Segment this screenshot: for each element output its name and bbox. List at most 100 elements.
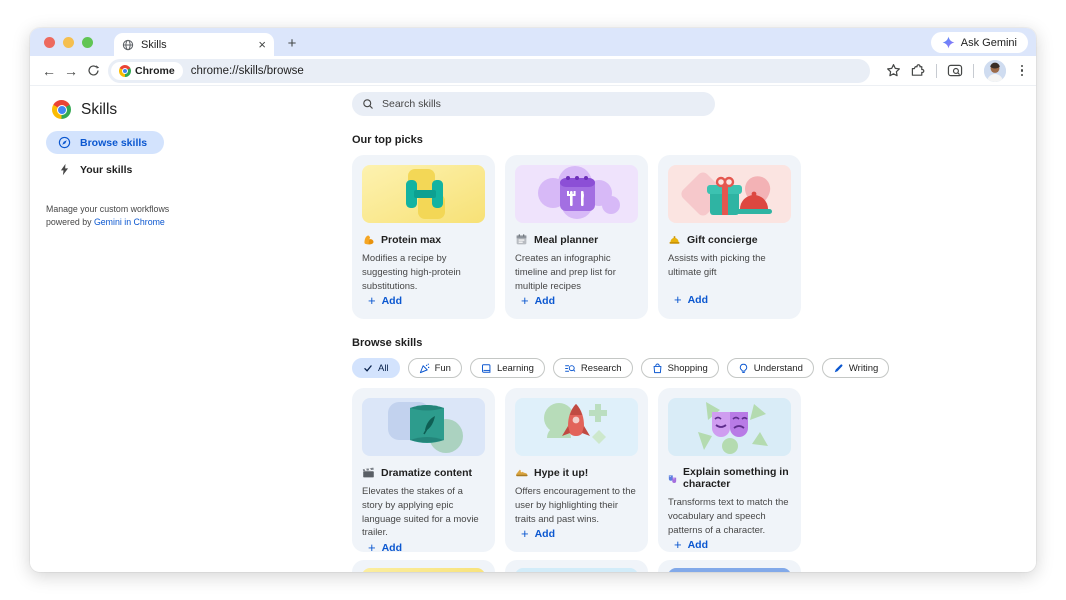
bookmark-star-icon[interactable] bbox=[886, 63, 901, 78]
search-icon bbox=[362, 98, 374, 110]
skill-title: Hype it up! bbox=[534, 467, 588, 479]
flexed-biceps-icon bbox=[362, 233, 375, 246]
skill-description: Offers encouragement to the user by high… bbox=[515, 485, 638, 526]
toolbar-separator bbox=[936, 64, 937, 78]
search-input[interactable] bbox=[382, 98, 682, 110]
skill-card-dramatize-content[interactable]: Dramatize content Elevates the stakes of… bbox=[352, 388, 495, 552]
compass-icon bbox=[58, 136, 71, 149]
chrome-badge: Chrome bbox=[111, 62, 183, 80]
skill-card-partial[interactable] bbox=[352, 560, 495, 572]
chrome-logo-icon bbox=[119, 65, 131, 77]
skill-title-row: Explain something in character bbox=[668, 466, 791, 490]
address-bar[interactable]: Chrome chrome://skills/browse bbox=[108, 59, 870, 83]
menu-kebab-icon[interactable] bbox=[1016, 65, 1028, 77]
add-skill-button[interactable]: + Add bbox=[668, 537, 791, 554]
filter-chip-shopping[interactable]: Shopping bbox=[641, 358, 719, 378]
new-tab-button[interactable]: + bbox=[282, 33, 302, 53]
reload-button[interactable] bbox=[82, 60, 104, 82]
forward-button[interactable]: → bbox=[60, 60, 82, 82]
skill-description: Creates an infographic timeline and prep… bbox=[515, 252, 638, 293]
tab-skills[interactable]: Skills × bbox=[114, 33, 274, 56]
plus-icon: + bbox=[521, 526, 529, 541]
plus-icon: + bbox=[674, 537, 682, 552]
url-text: chrome://skills/browse bbox=[191, 65, 304, 77]
gemini-in-chrome-link[interactable]: Gemini in Chrome bbox=[94, 217, 165, 227]
chrome-badge-label: Chrome bbox=[135, 65, 175, 77]
sidebar: Skills Browse skills Your skills Manage … bbox=[30, 86, 352, 571]
check-icon bbox=[363, 363, 373, 373]
browse-skills-row: Dramatize content Elevates the stakes of… bbox=[352, 388, 1036, 552]
sidebar-item-browse-skills[interactable]: Browse skills bbox=[46, 131, 164, 154]
skill-title: Explain something in character bbox=[683, 466, 791, 490]
filter-chip-fun[interactable]: Fun bbox=[408, 358, 462, 378]
theater-masks-icon bbox=[668, 472, 677, 485]
skill-card-meal-planner[interactable]: Meal planner Creates an infographic time… bbox=[505, 155, 648, 319]
sidebar-footer: Manage your custom workflows powered by … bbox=[46, 203, 174, 229]
tab-title: Skills bbox=[141, 39, 251, 51]
plus-icon: + bbox=[521, 293, 529, 308]
party-popper-icon bbox=[419, 363, 430, 374]
skill-illustration bbox=[668, 398, 791, 456]
filter-chip-research[interactable]: Research bbox=[553, 358, 633, 378]
bellhop-bell-icon bbox=[668, 233, 681, 246]
skill-card-partial[interactable] bbox=[658, 560, 801, 572]
reload-icon bbox=[87, 64, 100, 77]
skill-title: Dramatize content bbox=[381, 467, 472, 479]
research-icon bbox=[564, 363, 576, 374]
side-panel-search-icon[interactable] bbox=[947, 63, 963, 78]
profile-avatar[interactable] bbox=[984, 60, 1006, 82]
skill-card-explain-in-character[interactable]: Explain something in character Transform… bbox=[658, 388, 801, 552]
skill-card-protein-max[interactable]: Protein max Modifies a recipe by suggest… bbox=[352, 155, 495, 319]
maximize-window-button[interactable] bbox=[82, 37, 93, 48]
browser-window: Skills × + Ask Gemini ← → bbox=[30, 28, 1036, 572]
lightbulb-icon bbox=[738, 363, 749, 374]
top-picks-row: Protein max Modifies a recipe by suggest… bbox=[352, 155, 1036, 319]
add-skill-button[interactable]: + Add bbox=[515, 526, 638, 543]
main-panel: Our top picks bbox=[352, 86, 1036, 571]
ask-gemini-label: Ask Gemini bbox=[961, 37, 1017, 49]
search-bar[interactable] bbox=[352, 92, 715, 116]
browser-toolbar: ← → Chrome chrome://skills/browse bbox=[30, 56, 1036, 86]
page-title: Skills bbox=[81, 101, 117, 119]
close-window-button[interactable] bbox=[44, 37, 55, 48]
calendar-icon bbox=[515, 233, 528, 246]
section-title-top-picks: Our top picks bbox=[352, 134, 1036, 146]
extensions-puzzle-icon[interactable] bbox=[911, 63, 926, 78]
skill-illustration bbox=[668, 165, 791, 223]
section-title-browse-skills: Browse skills bbox=[352, 337, 1036, 349]
app-header: Skills bbox=[46, 94, 352, 131]
skill-title-row: Protein max bbox=[362, 233, 485, 246]
skill-illustration bbox=[362, 165, 485, 223]
skill-illustration bbox=[668, 568, 791, 572]
skill-description: Transforms text to match the vocabulary … bbox=[668, 496, 791, 537]
back-button[interactable]: ← bbox=[38, 60, 60, 82]
skill-title: Gift concierge bbox=[687, 234, 758, 246]
filter-chip-writing[interactable]: Writing bbox=[822, 358, 889, 378]
skill-illustration bbox=[362, 568, 485, 572]
plus-icon: + bbox=[368, 293, 376, 308]
skill-title-row: Dramatize content bbox=[362, 466, 485, 479]
toolbar-separator bbox=[973, 64, 974, 78]
skill-card-hype-it-up[interactable]: Hype it up! Offers encouragement to the … bbox=[505, 388, 648, 552]
book-icon bbox=[481, 363, 492, 374]
sidebar-item-your-skills[interactable]: Your skills bbox=[46, 158, 164, 181]
window-controls bbox=[44, 37, 93, 48]
plus-icon: + bbox=[368, 540, 376, 555]
skill-card-partial[interactable] bbox=[505, 560, 648, 572]
filter-chip-understand[interactable]: Understand bbox=[727, 358, 814, 378]
tab-close-icon[interactable]: × bbox=[258, 38, 266, 51]
add-skill-button[interactable]: + Add bbox=[515, 293, 638, 310]
shopping-bag-icon bbox=[652, 363, 663, 374]
minimize-window-button[interactable] bbox=[63, 37, 74, 48]
filter-chip-learning[interactable]: Learning bbox=[470, 358, 545, 378]
add-skill-button[interactable]: + Add bbox=[668, 292, 791, 309]
skill-card-gift-concierge[interactable]: Gift concierge Assists with picking the … bbox=[658, 155, 801, 319]
lightning-icon bbox=[58, 163, 71, 176]
plus-icon: + bbox=[674, 292, 682, 307]
add-skill-button[interactable]: + Add bbox=[362, 540, 485, 557]
ask-gemini-button[interactable]: Ask Gemini bbox=[931, 32, 1028, 53]
skill-title-row: Meal planner bbox=[515, 233, 638, 246]
filter-chip-all[interactable]: All bbox=[352, 358, 400, 378]
add-skill-button[interactable]: + Add bbox=[362, 293, 485, 310]
skill-title: Protein max bbox=[381, 234, 441, 246]
